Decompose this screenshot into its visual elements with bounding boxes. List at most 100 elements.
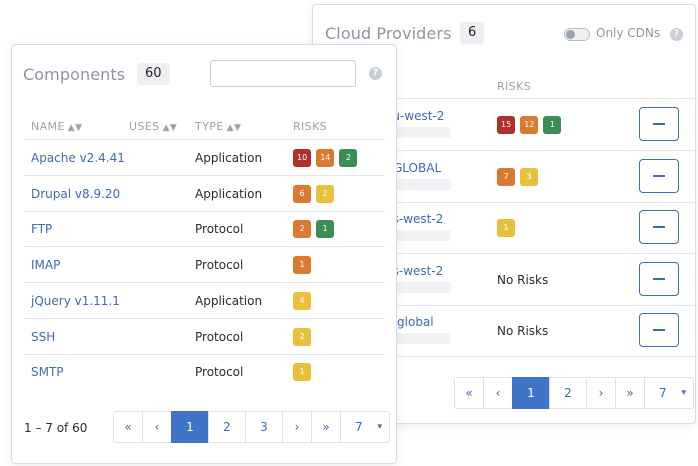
risk-badge-medium: 1 [497, 219, 515, 238]
row-divider [24, 175, 385, 176]
remove-provider-button[interactable] [639, 313, 679, 348]
column-header-uses[interactable]: USES ▲▼ [129, 120, 177, 133]
risk-badge-low: 2 [339, 149, 358, 167]
page-size-value: 7 [659, 386, 667, 400]
component-name-link[interactable]: FTP [31, 222, 52, 236]
row-divider [24, 317, 385, 319]
risk-badge-low: 1 [543, 116, 562, 134]
no-risks-text: No Risks [497, 324, 549, 339]
risk-badge-high: 12 [520, 116, 539, 134]
last-page-button[interactable]: » [311, 411, 341, 443]
risk-badges: 1 [497, 219, 515, 238]
risk-badge-medium: 2 [316, 184, 334, 203]
cloud-providers-title: Cloud Providers [325, 24, 452, 43]
risk-badge-medium: 4 [293, 291, 311, 310]
risk-badge-critical: 15 [497, 116, 516, 134]
next-page-button[interactable]: › [282, 411, 312, 443]
cloud-provider-region-link[interactable]: GLOBAL [393, 161, 441, 175]
component-name-link[interactable]: Drupal v8.9.20 [31, 187, 120, 201]
risk-badges: 73 [497, 167, 538, 186]
column-header-risks: RISKS [293, 120, 328, 133]
column-header-uses-label: USES [129, 120, 160, 133]
row-divider [24, 246, 385, 248]
remove-provider-button[interactable] [639, 210, 679, 245]
risk-badge-medium: 1 [293, 363, 311, 382]
prev-page-button[interactable]: ‹ [483, 377, 513, 409]
minus-icon [653, 174, 665, 177]
page-size-value: 7 [355, 420, 363, 434]
help-icon[interactable]: ? [670, 28, 683, 41]
column-header-name-label: NAME [31, 120, 65, 133]
components-title: Components [23, 65, 126, 84]
risk-badge-high: 1 [293, 256, 311, 275]
minus-icon [653, 277, 665, 280]
column-header-type-label: TYPE [195, 120, 224, 133]
remove-provider-button[interactable] [639, 158, 679, 193]
component-name-link[interactable]: jQuery v1.11.1 [31, 294, 120, 308]
column-header-type[interactable]: TYPE ▲▼ [195, 120, 241, 133]
components-panel: Components 60 ? NAME ▲▼ USES ▲▼ TYPE ▲▼ RIS… [11, 44, 397, 464]
risk-badges: 1 [293, 256, 311, 275]
last-page-button[interactable]: » [615, 377, 645, 409]
prev-page-button[interactable]: ‹ [142, 411, 172, 443]
page-3-button[interactable]: 3 [245, 411, 283, 443]
component-type: Protocol [195, 365, 244, 380]
remove-provider-button[interactable] [639, 261, 679, 296]
risk-badge-high: 14 [316, 149, 335, 167]
component-type: Protocol [195, 222, 244, 237]
search-input[interactable] [210, 60, 356, 87]
component-type: Application [195, 151, 263, 165]
risk-badge-high: 7 [497, 167, 515, 186]
risk-badge-medium: 3 [520, 167, 538, 186]
risk-badges: 62 [293, 184, 334, 203]
component-name-link[interactable]: IMAP [31, 258, 60, 272]
page-size-select[interactable]: 7 ▾ [340, 411, 390, 443]
column-header-risks: RISKS [497, 80, 532, 93]
first-page-button[interactable]: « [454, 377, 484, 409]
component-type: Application [195, 186, 263, 201]
component-type: Application [195, 293, 263, 308]
next-page-button[interactable]: › [586, 377, 616, 409]
cloud-provider-region-link[interactable]: /global [393, 315, 434, 329]
page-2-button[interactable]: 2 [549, 377, 587, 409]
no-risks-text: No Risks [497, 272, 549, 287]
row-divider [24, 282, 385, 284]
page-size-select[interactable]: 7 ▾ [644, 377, 694, 409]
risk-badge-critical: 10 [293, 149, 312, 167]
component-name-link[interactable]: Apache v2.4.41 [31, 151, 125, 165]
risk-badges: 1 [293, 363, 311, 382]
chevron-down-icon: ▾ [681, 388, 686, 398]
risk-badge-medium: 2 [293, 327, 311, 346]
remove-provider-button[interactable] [639, 107, 679, 141]
first-page-button[interactable]: « [113, 411, 143, 443]
component-type: Protocol [195, 329, 244, 344]
pagination-range: 1 – 7 of 60 [24, 421, 88, 435]
components-count: 60 [137, 63, 170, 85]
risk-badge-high: 2 [293, 220, 311, 239]
sort-icon: ▲▼ [226, 123, 242, 133]
row-divider [24, 210, 385, 212]
component-type: Protocol [195, 258, 244, 273]
only-cdns-label: Only CDNs [596, 26, 661, 40]
only-cdns-toggle[interactable] [564, 28, 590, 41]
sort-icon: ▲▼ [162, 123, 178, 133]
toggle-knob [566, 30, 575, 39]
minus-icon [653, 226, 665, 229]
minus-icon [653, 123, 665, 125]
minus-icon [653, 329, 665, 332]
components-pagination: « ‹ 1 2 3 › » 7 ▾ [113, 411, 390, 443]
component-name-link[interactable]: SSH [31, 330, 55, 344]
risk-badges: 2 [293, 327, 311, 346]
sort-icon: ▲▼ [67, 123, 83, 133]
component-name-link[interactable]: SMTP [31, 365, 64, 379]
page-2-button[interactable]: 2 [208, 411, 246, 443]
risk-badges: 21 [293, 220, 334, 239]
risk-badges: 4 [293, 291, 311, 310]
row-divider [24, 353, 385, 355]
page-1-button[interactable]: 1 [512, 377, 550, 409]
page-1-button[interactable]: 1 [171, 411, 209, 443]
column-header-name[interactable]: NAME ▲▼ [31, 120, 82, 133]
cloud-providers-count: 6 [460, 22, 485, 44]
chevron-down-icon: ▾ [377, 422, 382, 432]
help-icon[interactable]: ? [369, 67, 382, 80]
